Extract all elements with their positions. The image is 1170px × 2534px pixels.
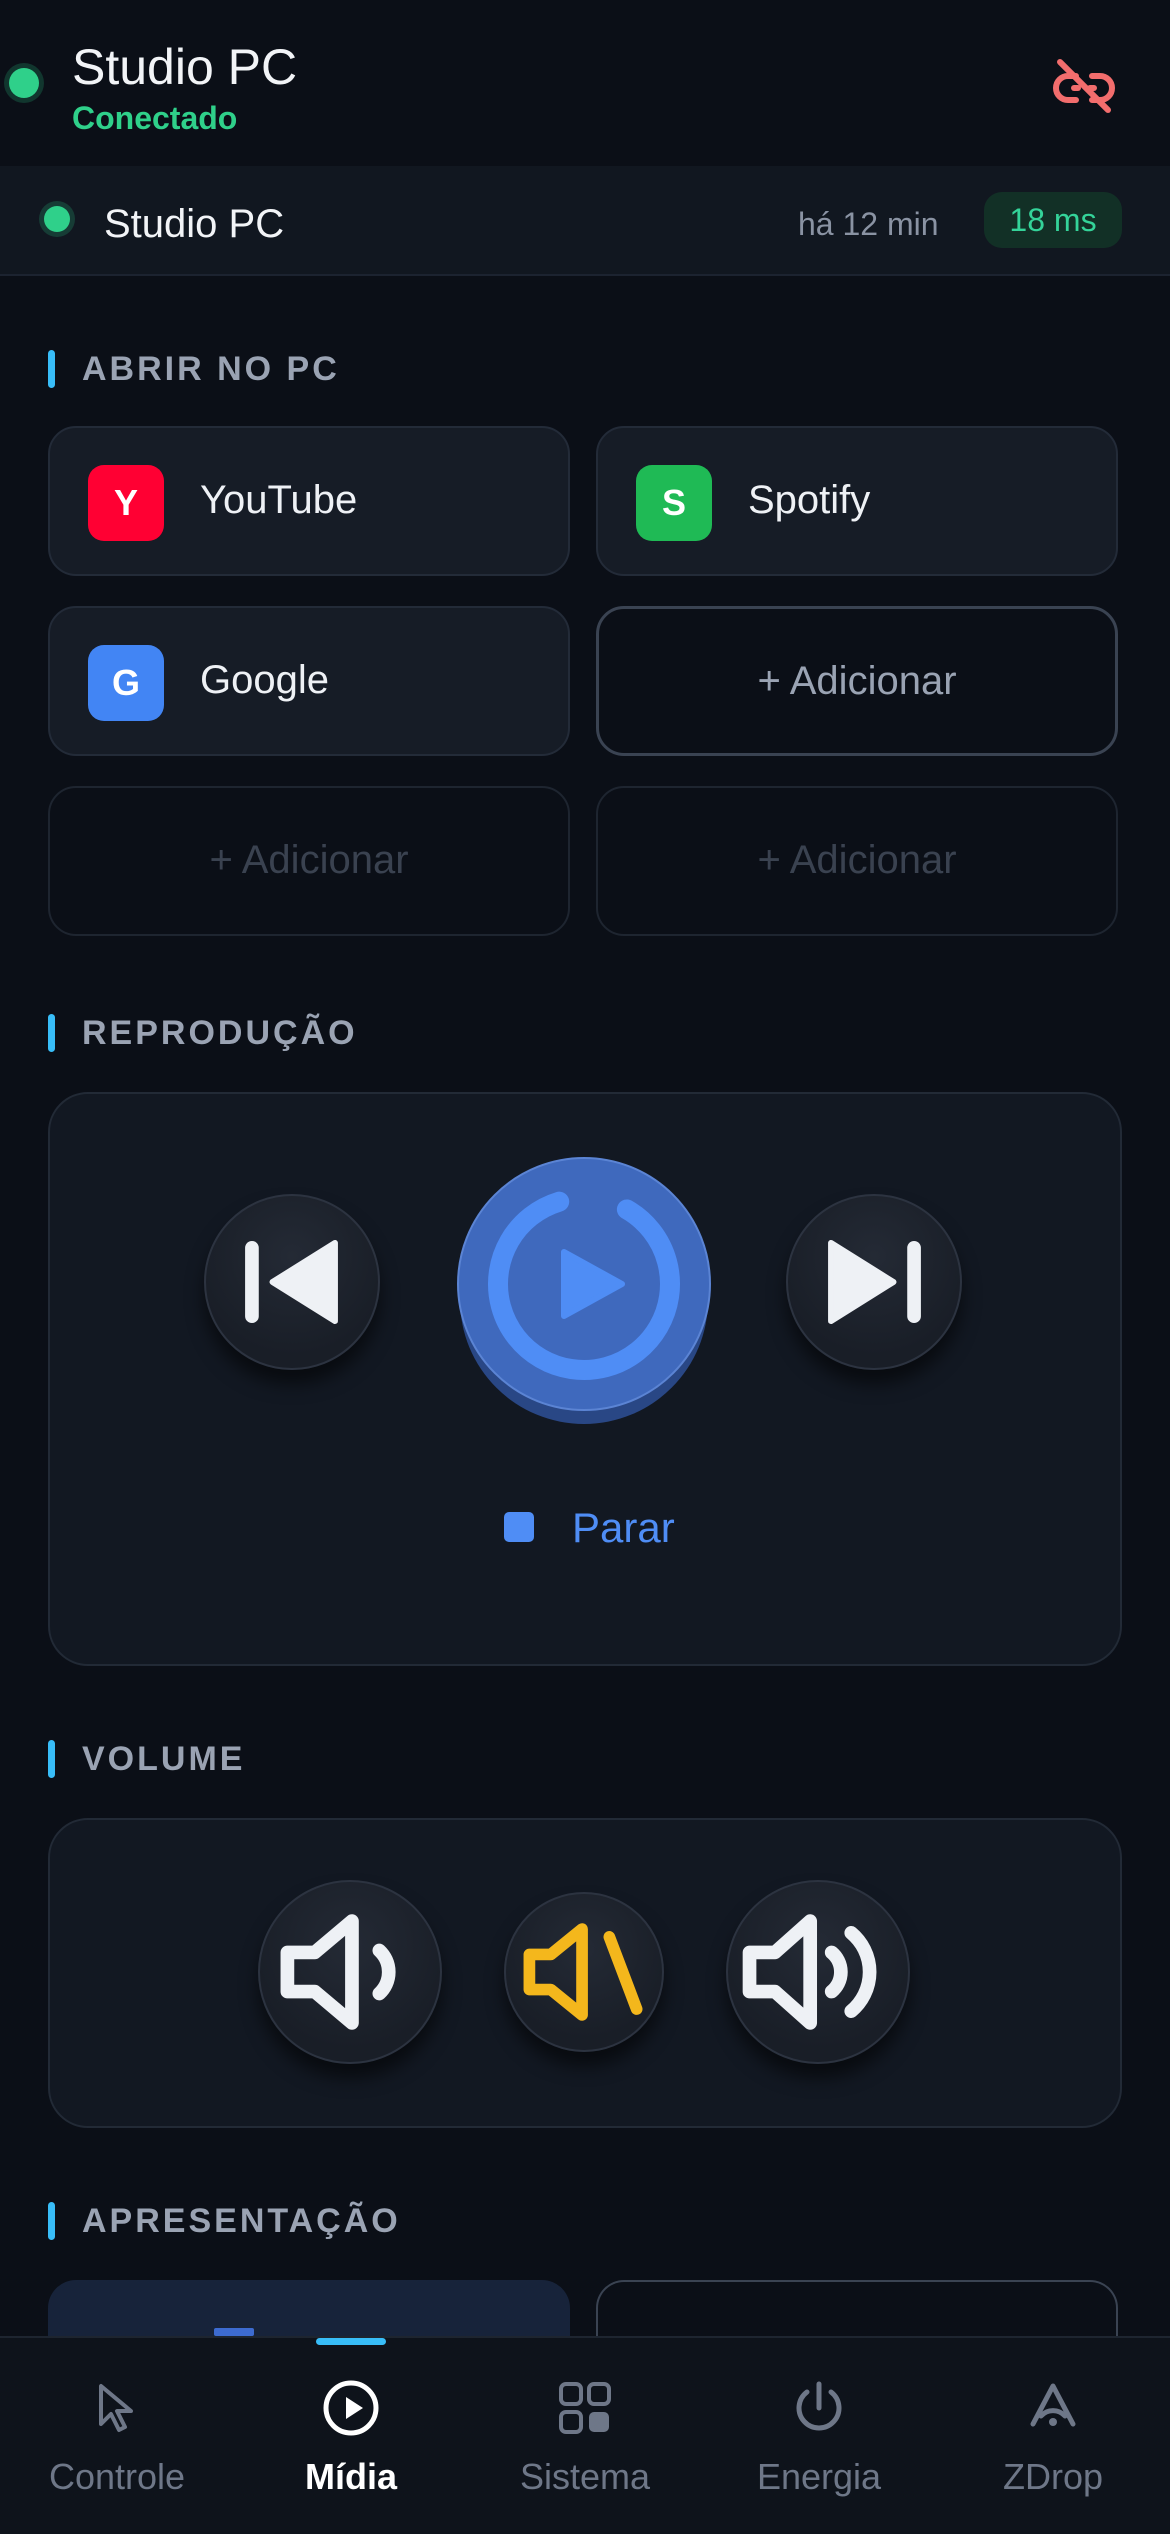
latency-badge: 18 ms [984,192,1122,248]
power-icon [796,2381,842,2431]
volume-down-button[interactable] [258,1880,442,2064]
nav-item-sistema[interactable]: Sistema [468,2338,702,2534]
google-icon: G [88,645,164,721]
nav-label: ZDrop [1002,2456,1104,2497]
shortcut-youtube[interactable]: Y YouTube [48,426,570,576]
section-title-volume: VOLUME [82,1740,246,1778]
nav-item-controle[interactable]: Controle [0,2338,234,2534]
section-accent [48,1740,55,1778]
shortcut-label: Google [200,658,329,702]
nav-item-zdrop[interactable]: ZDrop [936,2338,1170,2534]
volume-up-button[interactable] [726,1880,910,2064]
play-icon [457,1157,711,1424]
youtube-icon: Y [88,465,164,541]
device-name: Studio PC [104,202,285,246]
next-track-button[interactable] [786,1194,962,1370]
stop-button[interactable]: Parar [572,1504,675,1552]
add-shortcut-label: + Adicionar [757,838,957,882]
presentation-icon [214,2328,254,2336]
skip-next-icon [828,1239,921,1325]
page-title: Studio PC [72,39,298,95]
bottom-navigation: Controle Mídia Sistema Energia ZDrop [0,2336,1170,2534]
nav-label: Mídia [304,2456,397,2497]
link-off-icon[interactable] [1048,50,1120,122]
volume-mute-icon [523,1923,643,2021]
stop-icon[interactable] [504,1512,534,1542]
add-shortcut-label: + Adicionar [209,838,409,882]
mute-button[interactable] [504,1892,664,2052]
section-accent [48,1014,55,1052]
shortcut-spotify[interactable]: S Spotify [596,426,1118,576]
volume-down-icon [280,1914,396,2030]
shortcut-google[interactable]: G Google [48,606,570,756]
add-shortcut-label: + Adicionar [757,659,957,703]
spotify-icon: S [636,465,712,541]
shortcut-label: YouTube [200,478,358,522]
add-shortcut-button[interactable]: + Adicionar [596,606,1118,756]
add-shortcut-button-disabled: + Adicionar [48,786,570,936]
grid-icon [559,2382,611,2434]
device-last-seen: há 12 min [798,206,939,242]
nav-active-indicator [316,2338,386,2345]
nav-label: Sistema [519,2456,651,2497]
shortcut-label: Spotify [748,478,871,522]
previous-track-button[interactable] [204,1194,380,1370]
section-title-open: ABRIR NO PC [82,350,340,388]
nav-item-midia[interactable]: Mídia [234,2338,468,2534]
volume-up-icon [742,1914,877,2030]
connection-status-label: Conectado [72,100,238,136]
add-shortcut-button-disabled: + Adicionar [596,786,1118,936]
device-status-dot [44,206,70,232]
section-accent [48,2202,55,2240]
play-pause-button[interactable] [456,1156,712,1428]
nav-label: Controle [48,2456,186,2497]
section-title-presentation: APRESENTAÇÃO [82,2202,401,2240]
zdrop-icon [1030,2383,1076,2427]
section-accent [48,350,55,388]
nav-label: Energia [756,2456,882,2497]
nav-item-energia[interactable]: Energia [702,2338,936,2534]
cursor-icon [99,2384,133,2432]
play-circle-icon [323,2380,379,2436]
skip-previous-icon [245,1239,338,1325]
section-title-playback: REPRODUÇÃO [82,1014,358,1052]
connection-status-dot [9,68,39,98]
